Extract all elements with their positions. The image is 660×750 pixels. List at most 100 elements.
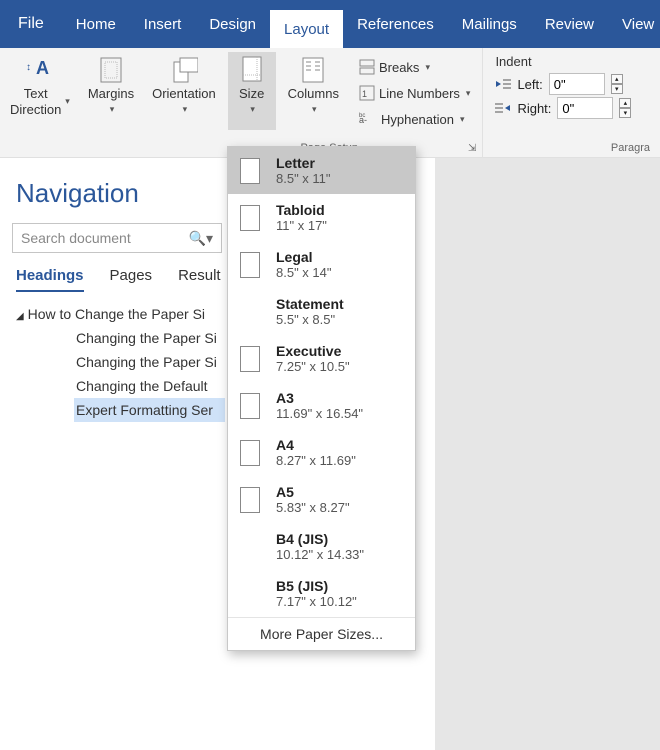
svg-text:1: 1 (362, 89, 367, 99)
indent-left-input[interactable] (549, 73, 605, 95)
size-option-name: Letter (276, 155, 331, 171)
indent-right-icon (495, 102, 511, 114)
page-icon (240, 158, 260, 184)
tree-item-selected[interactable]: Expert Formatting Ser (74, 398, 225, 422)
page-icon (240, 487, 260, 513)
ribbon-tabs: File Home Insert Design Layout Reference… (0, 0, 660, 48)
tab-file[interactable]: File (0, 0, 62, 48)
size-option-name: A3 (276, 390, 363, 406)
outline-tree: ◢ How to Change the Paper Si Changing th… (14, 302, 225, 422)
page-icon (240, 393, 260, 419)
page-icon (240, 252, 260, 278)
size-option-statement[interactable]: Statement5.5" x 8.5" (228, 288, 415, 335)
size-option-dim: 11" x 17" (276, 218, 327, 233)
size-option-dim: 7.25" x 10.5" (276, 359, 350, 374)
size-option-name: A4 (276, 437, 356, 453)
line-numbers-button[interactable]: 1 Line Numbers▾ (355, 82, 474, 104)
tab-mailings[interactable]: Mailings (448, 0, 531, 48)
size-option-executive[interactable]: Executive7.25" x 10.5" (228, 335, 415, 382)
size-option-dim: 7.17" x 10.12" (276, 594, 357, 609)
size-option-name: Legal (276, 249, 332, 265)
margins-button[interactable]: Margins ▾ (82, 52, 140, 130)
tab-design[interactable]: Design (195, 0, 270, 48)
chevron-down-icon: ▾ (460, 114, 465, 125)
text-direction-button[interactable]: ↕A Text Direction▾ (4, 52, 76, 130)
chevron-down-icon: ▾ (110, 104, 115, 115)
size-option-name: B4 (JIS) (276, 531, 364, 547)
size-option-a5[interactable]: A55.83" x 8.27" (228, 476, 415, 523)
size-option-dim: 8.5" x 14" (276, 265, 332, 280)
search-input[interactable]: Search document 🔍▾ (12, 223, 222, 253)
size-option-dim: 5.83" x 8.27" (276, 500, 350, 515)
svg-text:A: A (36, 58, 49, 78)
page-setup-launcher[interactable]: ⇲ (468, 143, 476, 154)
size-option-name: Statement (276, 296, 344, 312)
svg-text:↕: ↕ (26, 62, 31, 73)
collapse-icon[interactable]: ◢ (16, 311, 24, 322)
chevron-down-icon: ▾ (425, 62, 430, 73)
search-icon: 🔍▾ (189, 230, 213, 247)
size-icon (238, 56, 266, 84)
tree-item[interactable]: Changing the Default (74, 374, 225, 398)
size-button[interactable]: Size ▾ (228, 52, 276, 130)
size-option-dim: 5.5" x 8.5" (276, 312, 344, 327)
indent-right-spinner[interactable]: ▴▾ (619, 98, 631, 118)
breaks-button[interactable]: Breaks▾ (355, 56, 474, 78)
tab-layout[interactable]: Layout (270, 10, 343, 48)
breaks-icon (359, 59, 375, 75)
hyphenation-button[interactable]: a-bc Hyphenation▾ (355, 108, 474, 130)
indent-left-icon (495, 78, 511, 90)
size-option-legal[interactable]: Legal8.5" x 14" (228, 241, 415, 288)
chevron-down-icon: ▾ (65, 96, 70, 107)
size-option-b5-jis-[interactable]: B5 (JIS)7.17" x 10.12" (228, 570, 415, 617)
size-option-name: A5 (276, 484, 350, 500)
group-label-paragraph: Paragra (611, 142, 650, 154)
svg-text:bc: bc (359, 113, 365, 119)
text-direction-icon: ↕A (26, 56, 54, 84)
size-option-name: Tabloid (276, 202, 327, 218)
hyphenation-icon: a-bc (359, 112, 377, 126)
tree-root[interactable]: ◢ How to Change the Paper Si (14, 302, 225, 326)
size-option-a3[interactable]: A311.69" x 16.54" (228, 382, 415, 429)
orientation-icon (170, 56, 198, 84)
size-option-dim: 8.5" x 11" (276, 171, 331, 186)
tab-home[interactable]: Home (62, 0, 130, 48)
size-option-dim: 11.69" x 16.54" (276, 406, 363, 421)
size-option-b4-jis-[interactable]: B4 (JIS)10.12" x 14.33" (228, 523, 415, 570)
size-option-name: B5 (JIS) (276, 578, 357, 594)
tab-insert[interactable]: Insert (130, 0, 196, 48)
indent-left-spinner[interactable]: ▴▾ (611, 74, 623, 94)
size-dropdown: Letter8.5" x 11"Tabloid11" x 17"Legal8.5… (227, 146, 416, 651)
indent-title: Indent (495, 54, 631, 69)
nav-tab-headings[interactable]: Headings (16, 267, 84, 292)
columns-button[interactable]: Columns ▾ (282, 52, 345, 130)
more-paper-sizes[interactable]: More Paper Sizes... (228, 617, 415, 650)
document-area (435, 158, 660, 750)
indent-right-input[interactable] (557, 97, 613, 119)
navigation-pane: Navigation Search document 🔍▾ Headings P… (0, 178, 225, 422)
tree-item[interactable]: Changing the Paper Si (74, 326, 225, 350)
orientation-button[interactable]: Orientation ▾ (146, 52, 222, 130)
navigation-title: Navigation (16, 178, 225, 209)
size-option-dim: 8.27" x 11.69" (276, 453, 356, 468)
tab-references[interactable]: References (343, 0, 448, 48)
chevron-down-icon: ▾ (466, 88, 471, 99)
nav-tab-pages[interactable]: Pages (110, 267, 153, 292)
page-icon (240, 346, 260, 372)
size-option-a4[interactable]: A48.27" x 11.69" (228, 429, 415, 476)
page-icon (240, 205, 260, 231)
size-option-letter[interactable]: Letter8.5" x 11" (228, 147, 415, 194)
tree-item[interactable]: Changing the Paper Si (74, 350, 225, 374)
tab-view[interactable]: View (608, 0, 660, 48)
ribbon: ↕A Text Direction▾ Margins ▾ Orientation… (0, 48, 660, 158)
margins-icon (97, 56, 125, 84)
size-option-tabloid[interactable]: Tabloid11" x 17" (228, 194, 415, 241)
tab-review[interactable]: Review (531, 0, 608, 48)
chevron-down-icon: ▾ (250, 104, 255, 115)
size-option-dim: 10.12" x 14.33" (276, 547, 364, 562)
indent-right-label: Right: (517, 101, 551, 116)
columns-icon (299, 56, 327, 84)
size-option-name: Executive (276, 343, 350, 359)
nav-tab-results[interactable]: Result (178, 267, 221, 292)
line-numbers-icon: 1 (359, 85, 375, 101)
